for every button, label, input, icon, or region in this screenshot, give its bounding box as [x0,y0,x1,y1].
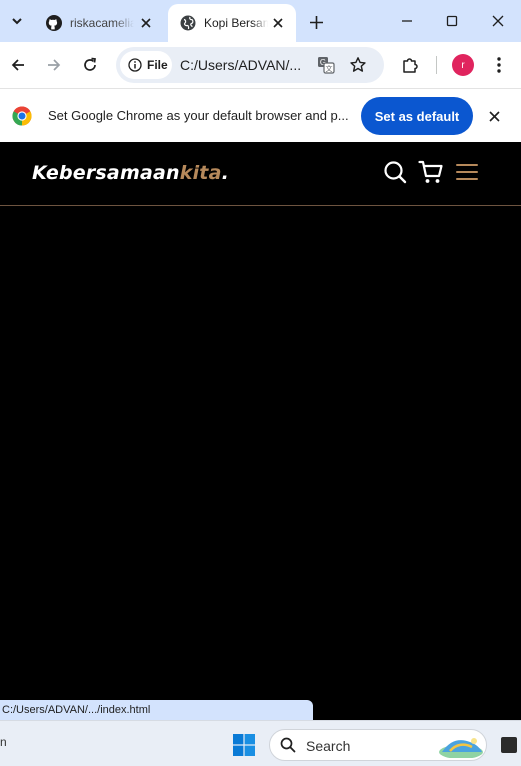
arrow-right-icon [48,59,61,71]
close-icon [273,18,283,28]
site-logo[interactable]: Kebersamaankita. [32,162,229,184]
close-icon [488,110,500,122]
site-search-button[interactable] [381,158,409,186]
bookmark-button[interactable] [348,55,368,75]
windows-start-icon[interactable] [233,734,255,756]
taskbar-edge-text: n [0,735,7,749]
infobar-close-button[interactable] [486,108,502,124]
browser-toolbar: File C:/Users/ADVAN/... G文 r [0,42,521,88]
tab-search-button[interactable] [6,10,28,32]
status-bubble: C:/Users/ADVAN/.../index.html [0,700,313,720]
taskbar-search-box[interactable]: Search [269,729,487,761]
site-cart-button[interactable] [417,158,445,186]
close-tab-button[interactable] [138,15,154,31]
github-icon [46,15,62,31]
star-icon [350,57,366,72]
infobar-message: Set Google Chrome as your default browse… [48,108,349,123]
kebab-menu-icon [497,57,501,73]
tab-github[interactable]: riskacamelia [34,4,164,42]
info-icon [128,58,142,72]
profile-avatar[interactable]: r [452,54,474,76]
site-menu-button[interactable] [453,158,481,186]
maximize-icon [446,15,458,27]
close-tab-button[interactable] [270,15,286,31]
chevron-down-icon [12,18,22,25]
cart-icon [418,160,443,183]
translate-icon: G文 [318,57,335,74]
back-button[interactable] [6,53,30,77]
page-viewport: Kebersamaankita. [0,142,521,720]
windows-taskbar: n Search [0,720,521,766]
logo-accent-text: kita [179,162,222,184]
minimize-button[interactable] [396,10,418,32]
puzzle-icon [403,58,418,73]
address-bar[interactable]: File C:/Users/ADVAN/... G文 [116,47,384,83]
extensions-button[interactable] [398,53,422,77]
site-info-button[interactable]: File [120,51,172,79]
reload-button[interactable] [78,53,102,77]
site-chip-label: File [147,58,168,72]
close-window-button[interactable] [487,10,509,32]
set-as-default-button[interactable]: Set as default [361,97,473,135]
arrow-left-icon [11,59,24,71]
forward-button[interactable] [42,53,66,77]
menu-button[interactable] [487,53,511,77]
new-tab-button[interactable] [305,11,327,33]
minimize-icon [402,20,412,22]
tab-title: riskacamelia [70,16,134,30]
chrome-logo-icon [12,106,32,126]
tab-kopi-bersama[interactable]: Kopi Bersama [168,4,296,42]
site-navbar: Kebersamaankita. [0,142,521,206]
tab-title: Kopi Bersama [204,16,268,30]
default-browser-infobar: Set Google Chrome as your default browse… [0,88,521,142]
maximize-button[interactable] [441,10,463,32]
url-text[interactable]: C:/Users/ADVAN/... [180,57,301,73]
globe-icon [180,15,196,31]
search-highlight-art-icon [439,738,483,758]
search-icon [384,161,407,184]
toolbar-separator [436,56,437,74]
profile-initial: r [461,59,465,71]
close-icon [492,15,504,27]
reload-icon [84,57,96,71]
plus-icon [309,15,323,29]
taskbar-search-label: Search [306,738,351,754]
close-icon [141,18,151,28]
tab-strip: riskacamelia Kopi Bersama [0,0,521,42]
taskbar-app-icon[interactable] [501,737,517,753]
logo-dot: . [221,162,230,184]
search-icon [280,737,296,753]
logo-main-text: Kebersamaan [32,162,180,184]
hamburger-menu-icon [456,164,478,180]
svg-text:文: 文 [326,64,333,73]
translate-button[interactable]: G文 [316,55,336,75]
